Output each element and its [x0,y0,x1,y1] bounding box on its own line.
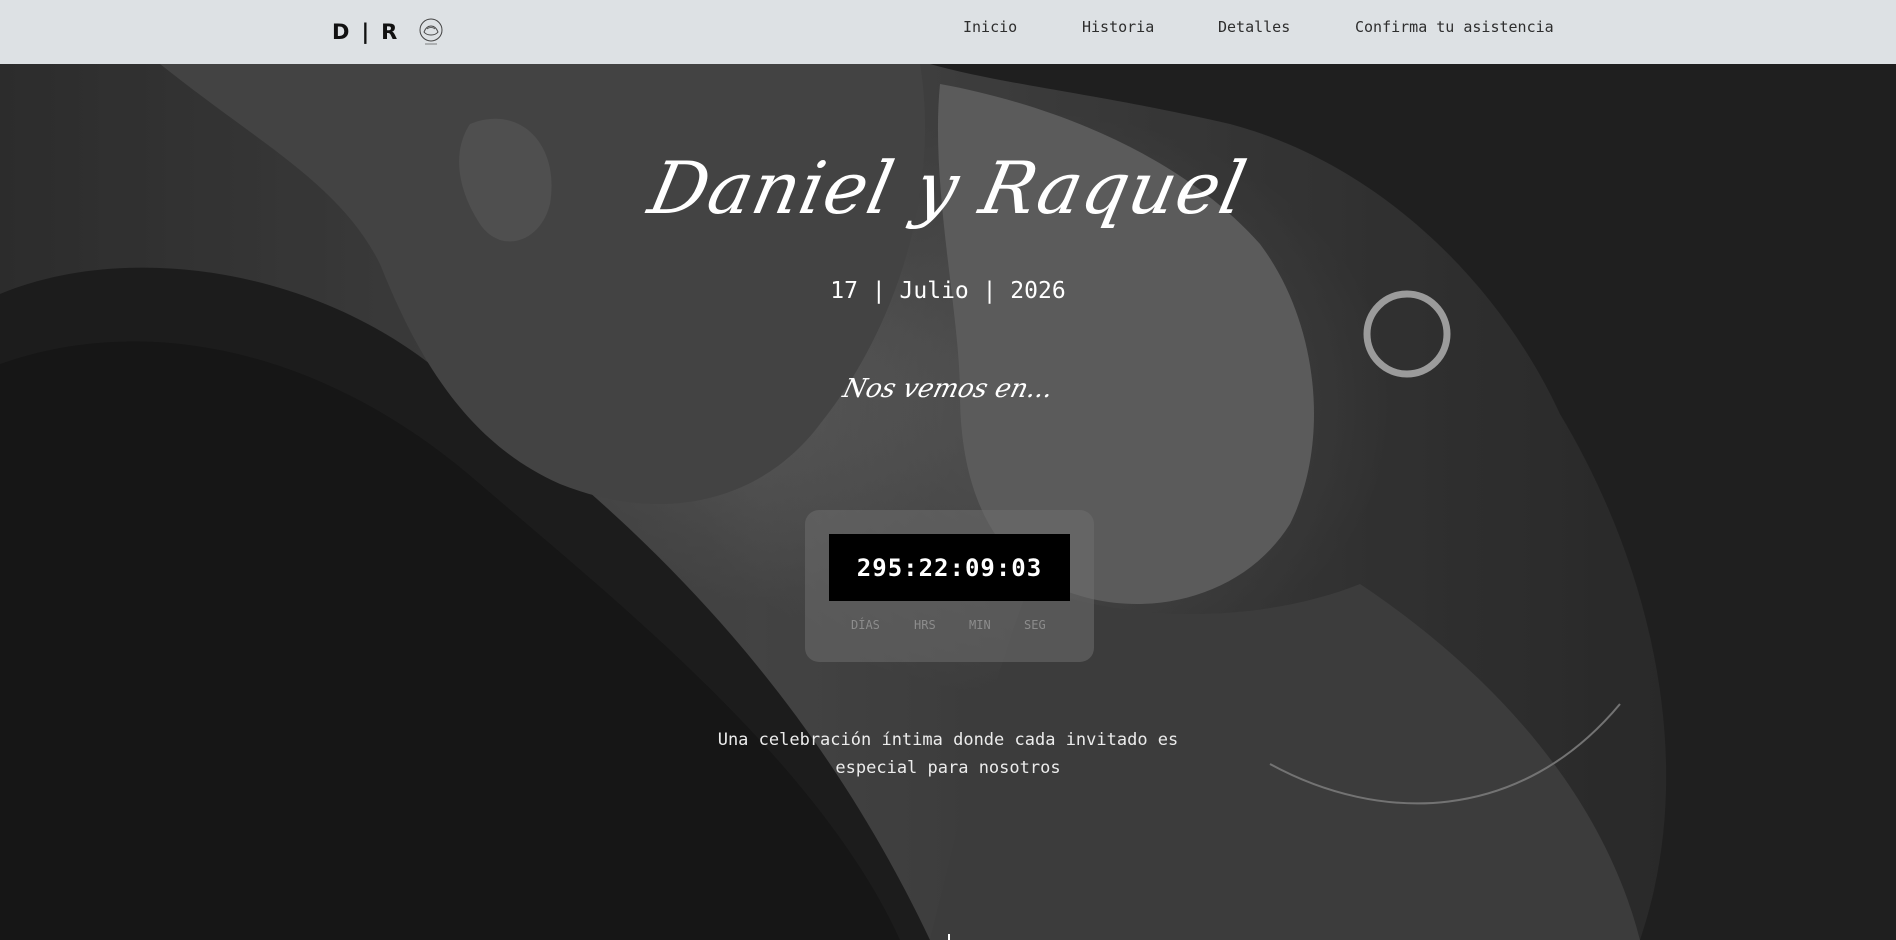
couple-names-title: Daniel y Raquel [642,146,1254,230]
scroll-down-indicator-icon[interactable] [948,934,950,940]
nav-link-confirma-asistencia[interactable]: Confirma tu asistencia [1355,0,1554,54]
wedding-crest-icon [419,18,443,45]
countdown-timer: 295:22:09:03 [829,534,1070,601]
nav-link-inicio[interactable]: Inicio [963,0,1017,54]
nav-link-detalles[interactable]: Detalles [1218,0,1290,54]
countdown-unit-hours: HRS [914,618,936,632]
brand-separator: | [361,20,370,44]
page: D | R Inicio Historia Detalles Confirma … [0,0,1896,940]
hero-tagline: Una celebración íntima donde cada invita… [717,730,1179,778]
wedding-date: 17 | Julio | 2026 [830,278,1066,304]
see-you-caption: Nos vemos en... [839,374,1057,404]
brand-initial-groom: D [332,20,350,44]
brand-logo[interactable]: D | R [332,12,447,52]
countdown-card: 295:22:09:03 DÍAS HRS MIN SEG [805,510,1094,662]
nav-link-historia[interactable]: Historia [1082,0,1154,54]
countdown-unit-minutes: MIN [969,618,991,632]
brand-initial-bride: R [381,20,398,44]
top-navigation-bar: D | R Inicio Historia Detalles Confirma … [0,0,1896,64]
countdown-unit-days: DÍAS [851,618,880,632]
countdown-unit-seconds: SEG [1024,618,1046,632]
